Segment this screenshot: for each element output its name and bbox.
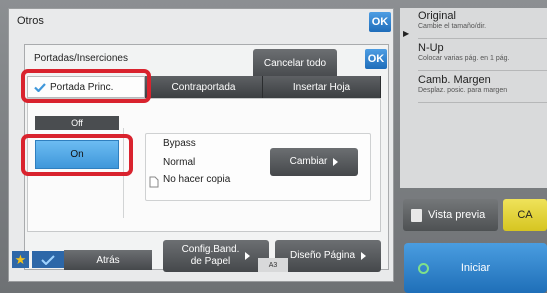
arrow-right-icon — [333, 158, 339, 166]
start-icon — [418, 263, 429, 274]
off-button[interactable]: Off — [35, 116, 119, 130]
arrow-right-icon — [361, 252, 367, 260]
tab-insertar-hoja[interactable]: Insertar Hoja — [263, 76, 381, 98]
page-design-button[interactable]: Diseño Página — [275, 240, 381, 272]
start-label: Iniciar — [460, 262, 491, 274]
dialog-ok-button[interactable]: OK — [369, 12, 391, 32]
arrow-right-icon — [245, 252, 251, 260]
inner-ok-button[interactable]: OK — [365, 49, 387, 69]
preview-label: Vista previa — [428, 209, 486, 221]
list-item-n-up[interactable]: N-Up Colocar varias pág. en 1 pág. — [418, 40, 547, 71]
list-item-title: Original — [418, 10, 456, 22]
dialog-title: Otros — [17, 15, 44, 27]
paper-source-label: Bypass — [163, 138, 196, 149]
right-settings-list: ▶ Original Cambie el tamaño/dir. N-Up Co… — [400, 8, 547, 188]
list-item-camb-margen[interactable]: Camb. Margen Desplaz. posic. para margen — [418, 72, 547, 103]
list-item-subtitle: Colocar varias pág. en 1 pág. — [418, 55, 510, 62]
paper-type-label: Normal — [163, 157, 196, 168]
config-band-button[interactable]: Config.Band. de Papel — [163, 240, 269, 272]
list-item-subtitle: Desplaz. posic. para margen — [418, 87, 508, 94]
list-item-title: N-Up — [418, 42, 444, 54]
back-button[interactable]: Atrás — [64, 250, 152, 270]
list-item-original[interactable]: Original Cambie el tamaño/dir. — [418, 8, 547, 39]
checkmark-icon[interactable] — [32, 251, 64, 268]
preview-button[interactable]: Vista previa — [403, 199, 498, 231]
paper-size-indicator: A3 — [258, 258, 288, 272]
preview-icon — [411, 208, 422, 222]
page-design-label: Diseño Página — [289, 250, 356, 261]
play-icon: ▶ — [403, 29, 410, 38]
list-item-title: Camb. Margen — [418, 74, 491, 86]
highlight-frame-tab — [21, 69, 151, 103]
change-button[interactable]: Cambiar — [270, 148, 358, 176]
change-label: Cambiar — [289, 156, 328, 167]
no-copy-label: No hacer copia — [163, 174, 231, 185]
clear-all-button[interactable]: CA — [503, 199, 547, 231]
inner-dialog-title: Portadas/Inserciones — [34, 53, 128, 64]
cancel-all-button[interactable]: Cancelar todo — [253, 49, 337, 79]
highlight-frame-on — [21, 134, 133, 176]
page-icon — [149, 176, 159, 188]
config-band-label: Config.Band. de Papel — [181, 244, 240, 267]
tab-contraportada[interactable]: Contraportada — [145, 76, 263, 98]
star-icon[interactable]: ★ — [12, 251, 29, 268]
list-item-subtitle: Cambie el tamaño/dir. — [418, 23, 487, 30]
